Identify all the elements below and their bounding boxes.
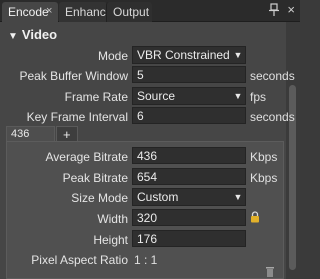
avg-bitrate-unit: Kbps [250,150,278,164]
peak-bitrate-input[interactable]: 654 [132,168,246,185]
key-frame-unit: seconds [250,110,295,124]
peak-bitrate-label: Peak Bitrate [62,171,128,185]
height-input[interactable]: 176 [132,230,246,247]
video-section-header[interactable]: ▼ Video [8,27,57,42]
close-icon[interactable]: × [46,5,52,17]
add-bitrate-button[interactable]: + [56,126,78,142]
chevron-down-icon: ▼ [233,50,243,60]
tab-encode[interactable]: Encode × [2,2,58,22]
height-label: Height [93,233,128,247]
tab-enhance[interactable]: Enhance [59,2,112,22]
tab-encode-label: Encode [8,5,49,19]
video-section-title: Video [21,27,58,42]
key-frame-input[interactable]: 6 [132,107,246,124]
key-frame-label: Key Frame Interval [26,110,128,124]
width-label: Width [97,212,128,226]
lock-icon[interactable] [250,211,260,223]
frame-rate-select[interactable]: Source ▼ [132,87,246,105]
chevron-down-icon: ▼ [233,192,243,202]
par-value: 1 : 1 [134,253,158,267]
size-mode-value: Custom [137,190,179,204]
frame-rate-label: Frame Rate [64,90,128,104]
panel-close-icon[interactable]: × [287,2,295,17]
chevron-down-icon: ▼ [233,91,243,101]
mode-label: Mode [97,49,128,63]
document-tab-bar: Encode × Enhance Output × [0,0,300,22]
peak-buffer-label: Peak Buffer Window [19,69,129,83]
peak-buffer-input[interactable]: 5 [132,66,246,83]
peak-buffer-unit: seconds [250,69,295,83]
collapse-triangle-icon[interactable]: ▼ [8,31,18,42]
mode-select[interactable]: VBR Constrained ▼ [132,46,246,64]
tab-output-label: Output [113,5,150,19]
size-mode-select[interactable]: Custom ▼ [132,188,246,206]
width-input[interactable]: 320 [132,209,246,226]
par-label: Pixel Aspect Ratio [31,253,128,267]
avg-bitrate-label: Average Bitrate [45,150,129,164]
tab-output[interactable]: Output [106,2,152,22]
size-mode-label: Size Mode [71,191,128,205]
pin-icon[interactable] [268,3,280,17]
mode-value: VBR Constrained [137,48,230,62]
bitrate-tab-436[interactable]: 436 Kbps [6,126,55,152]
frame-rate-unit: fps [250,90,267,104]
frame-rate-value: Source [137,89,176,103]
peak-bitrate-unit: Kbps [250,171,278,185]
trash-icon[interactable] [265,265,275,277]
avg-bitrate-input[interactable]: 436 [132,147,246,164]
